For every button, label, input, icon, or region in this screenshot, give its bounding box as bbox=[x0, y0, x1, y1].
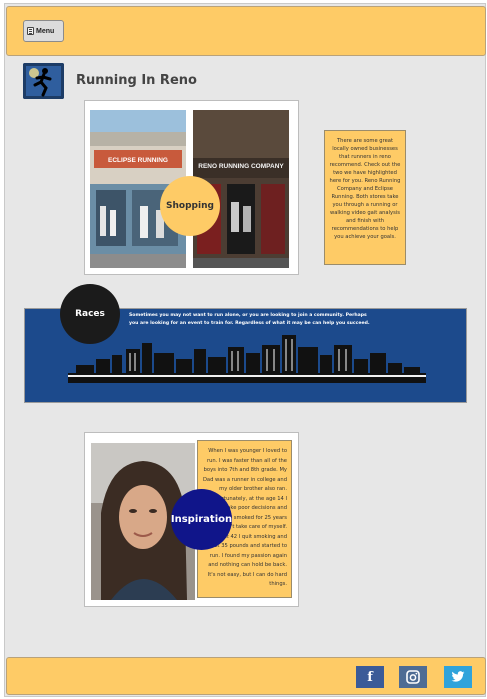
twitter-icon bbox=[451, 671, 465, 682]
site-logo[interactable] bbox=[23, 63, 64, 99]
menu-icon bbox=[27, 27, 34, 35]
inspiration-circle[interactable]: Inspiration bbox=[171, 489, 232, 550]
instagram-button[interactable] bbox=[399, 666, 427, 688]
shopping-description: There are some great locally owned busin… bbox=[324, 130, 406, 265]
facebook-button[interactable]: f bbox=[356, 666, 384, 688]
races-description: Sometimes you may not want to run alone,… bbox=[129, 313, 370, 326]
eclipse-running-sign: ECLIPSE RUNNING bbox=[108, 157, 168, 164]
site-title: Running In Reno bbox=[76, 73, 197, 88]
reno-running-company-sign: RENO RUNNING COMPANY bbox=[198, 163, 284, 170]
header-bar: Menu bbox=[6, 6, 486, 56]
facebook-icon: f bbox=[367, 669, 373, 685]
instagram-icon bbox=[406, 670, 420, 684]
shopping-circle[interactable]: Shopping bbox=[160, 176, 220, 236]
menu-label: Menu bbox=[36, 27, 55, 35]
twitter-button[interactable] bbox=[444, 666, 472, 688]
reno-skyline-image bbox=[68, 335, 426, 383]
races-circle[interactable]: Races bbox=[60, 284, 120, 344]
footer-bar: f bbox=[6, 657, 486, 695]
menu-button[interactable]: Menu bbox=[23, 20, 64, 42]
runner-logo-icon bbox=[23, 63, 64, 99]
